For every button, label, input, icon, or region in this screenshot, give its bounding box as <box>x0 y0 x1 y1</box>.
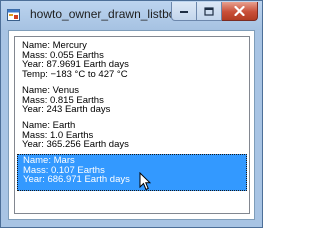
item-year: Year: 365.256 Earth days <box>22 139 129 151</box>
mouse-cursor-icon <box>139 172 151 191</box>
maximize-icon <box>204 6 214 16</box>
close-button[interactable] <box>222 2 258 21</box>
form-icon <box>7 9 20 21</box>
planet-listbox[interactable]: Name: Mercury Mass: 0.055 Earths Year: 8… <box>14 36 250 214</box>
list-item-mars[interactable]: Name: Mars Mass: 0.107 Earths Year: 686.… <box>17 154 247 191</box>
list-item-earth[interactable]: Name: Earth Mass: 1.0 Earths Year: 365.2… <box>17 120 247 152</box>
app-window: howto_owner_drawn_listbox Name: Mercury … <box>0 0 263 228</box>
item-temp: Temp: −183 °C to 427 °C <box>22 69 128 81</box>
minimize-icon <box>180 11 188 13</box>
close-icon <box>234 6 245 16</box>
list-item-venus[interactable]: Name: Venus Mass: 0.815 Earths Year: 243… <box>17 85 247 117</box>
window-title: howto_owner_drawn_listbox <box>30 7 182 21</box>
title-bar[interactable]: howto_owner_drawn_listbox <box>1 1 262 30</box>
item-year: Year: 243 Earth days <box>22 104 111 116</box>
form-client-area: Name: Mercury Mass: 0.055 Earths Year: 8… <box>8 30 255 220</box>
minimize-button[interactable] <box>171 2 197 21</box>
maximize-button[interactable] <box>197 2 222 21</box>
item-year: Year: 686.971 Earth days <box>23 174 130 186</box>
list-item-mercury[interactable]: Name: Mercury Mass: 0.055 Earths Year: 8… <box>17 40 247 82</box>
